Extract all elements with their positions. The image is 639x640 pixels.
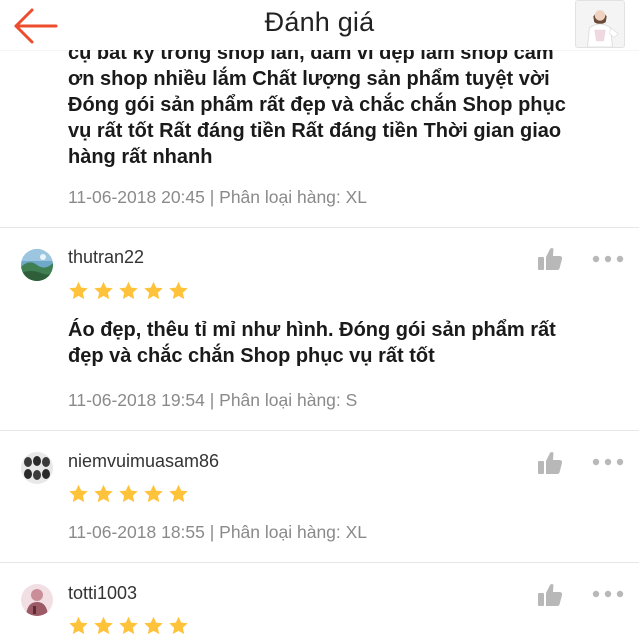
- review-text-line: vụ rất tốt Rất đáng tiền Rất đáng tiền T…: [68, 120, 562, 142]
- star-rating: [68, 281, 189, 301]
- more-options-button[interactable]: [592, 457, 624, 467]
- star-rating: [68, 484, 189, 504]
- review-meta: 11-06-2018 20:45 | Phân loại hàng: XL: [68, 187, 368, 207]
- like-button[interactable]: [537, 247, 563, 271]
- star-icon: [68, 281, 89, 301]
- avatar[interactable]: [21, 584, 53, 616]
- star-icon: [68, 484, 89, 504]
- thumbs-up-icon: [538, 248, 563, 270]
- thumbs-up-icon: [538, 452, 563, 474]
- star-icon: [168, 484, 189, 504]
- star-icon: [118, 281, 139, 301]
- review-text-line: Áo đẹp, thêu tỉ mỉ như hình. Đóng gói sả…: [68, 319, 556, 341]
- divider: [0, 227, 639, 228]
- review-username[interactable]: thutran22: [68, 247, 144, 268]
- star-icon: [143, 616, 164, 636]
- star-icon: [168, 616, 189, 636]
- divider: [0, 562, 639, 563]
- divider: [0, 430, 639, 431]
- star-icon: [68, 616, 89, 636]
- product-thumbnail[interactable]: [575, 0, 625, 48]
- more-dots-icon: [592, 458, 624, 466]
- star-icon: [118, 484, 139, 504]
- more-options-button[interactable]: [592, 589, 624, 599]
- review-username[interactable]: totti1003: [68, 583, 137, 604]
- star-icon: [168, 281, 189, 301]
- more-dots-icon: [592, 255, 624, 263]
- review-text-line: đẹp và chắc chắn Shop phục vụ rất tốt: [68, 345, 435, 367]
- star-icon: [118, 616, 139, 636]
- avatar[interactable]: [21, 249, 53, 281]
- review-text-line: ơn shop nhiều lắm Chất lượng sản phẩm tu…: [68, 68, 550, 90]
- like-button[interactable]: [537, 451, 563, 475]
- review-text-line: Đóng gói sản phẩm rất đẹp và chắc chắn S…: [68, 94, 566, 116]
- thumbs-up-icon: [538, 584, 563, 606]
- avatar-landscape-icon: [21, 249, 53, 281]
- avatar-photo-icon: [21, 584, 53, 616]
- star-icon: [93, 281, 114, 301]
- like-button[interactable]: [537, 583, 563, 607]
- reviews-screen: cụ bất kỳ trong shop lần, dám vì đẹp lắm…: [0, 0, 639, 640]
- star-rating: [68, 616, 189, 636]
- star-icon: [93, 616, 114, 636]
- page-title: Đánh giá: [264, 7, 375, 37]
- avatar-pattern-icon: [21, 452, 53, 484]
- app-header: Đánh giá: [0, 0, 639, 50]
- more-dots-icon: [592, 590, 624, 598]
- star-icon: [143, 281, 164, 301]
- review-username[interactable]: niemvuimuasam86: [68, 451, 219, 472]
- review-text-line: hàng rất nhanh: [68, 146, 213, 168]
- product-photo-icon: [576, 1, 624, 47]
- more-options-button[interactable]: [592, 254, 624, 264]
- review-meta: 11-06-2018 19:54 | Phân loại hàng: S: [68, 390, 358, 410]
- star-icon: [93, 484, 114, 504]
- review-meta: 11-06-2018 18:55 | Phân loại hàng: XL: [68, 522, 368, 542]
- star-icon: [143, 484, 164, 504]
- avatar[interactable]: [21, 452, 53, 484]
